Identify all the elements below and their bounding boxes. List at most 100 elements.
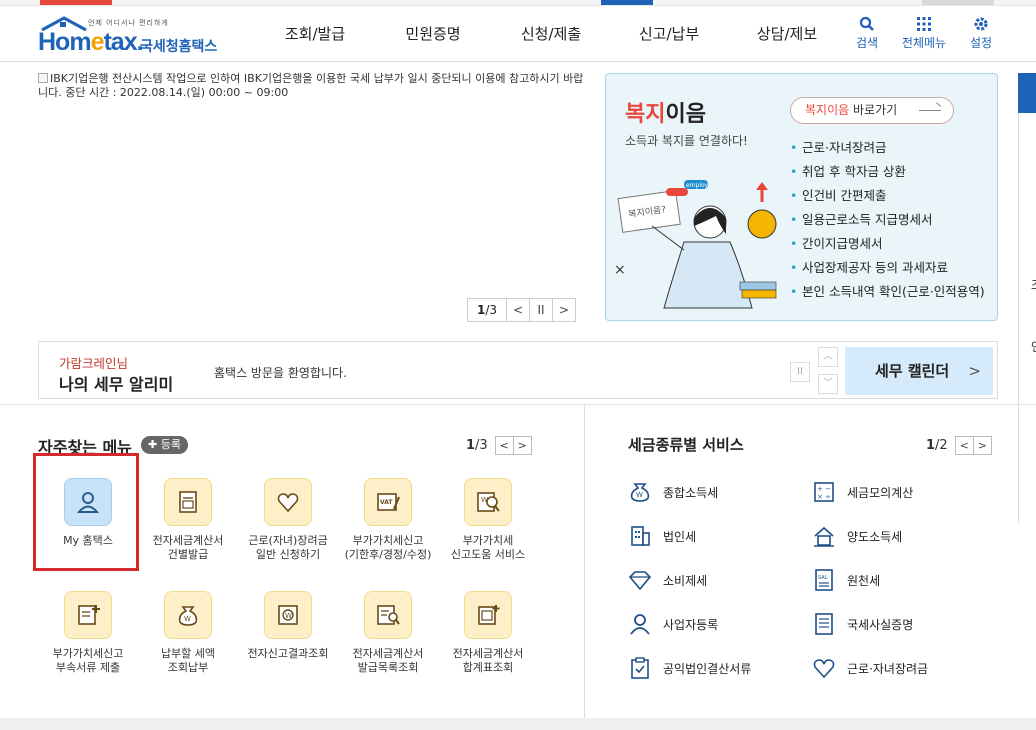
fav-tile-vat-amend[interactable]: VAT 부가가치세신고 (기한후/경정/수정) xyxy=(338,478,438,562)
favorites-prev-button[interactable]: < xyxy=(494,436,514,455)
alarm-up-button[interactable]: ︿ xyxy=(818,347,838,367)
welfare-go-button[interactable]: 복지이음 바로가기 xyxy=(790,97,954,124)
invoice-icon xyxy=(164,478,212,526)
service-consumption-tax[interactable]: 소비제세 xyxy=(627,567,707,593)
service-transfer-income-tax[interactable]: 양도소득세 xyxy=(811,523,902,549)
service-label: 공익법인결산서류 xyxy=(663,661,752,676)
service-public-corp-settlement[interactable]: 공익법인결산서류 xyxy=(627,655,751,681)
svg-text:SAL: SAL xyxy=(818,575,828,581)
broken-image-icon xyxy=(38,73,48,83)
welfare-list-item[interactable]: 인건비 간편제출 xyxy=(790,184,985,208)
welfare-list-item[interactable]: 일용근로소득 지급명세서 xyxy=(790,208,985,232)
service-withholding-tax[interactable]: SAL 원천세 xyxy=(811,567,880,593)
nav-item-certificate[interactable]: 민원증명 xyxy=(374,6,492,62)
fav-tile-einvoice-issue[interactable]: 전자세금계산서 건별발급 xyxy=(138,478,238,562)
welfare-list: 근로·자녀장려금 취업 후 학자금 상환 인건비 간편제출 일용근로소득 지급명… xyxy=(790,136,985,304)
right-panel-tab[interactable] xyxy=(1018,73,1036,113)
welfare-illustration: 복지이음? employ × xyxy=(614,180,777,309)
service-global-income-tax[interactable]: W 종합소득세 xyxy=(627,479,718,505)
banner-page-indicator: 1/3 xyxy=(467,298,507,322)
welfare-list-item[interactable]: 취업 후 학자금 상환 xyxy=(790,160,985,184)
banner-next-button[interactable]: > xyxy=(552,298,576,322)
certificate-icon xyxy=(811,611,837,637)
fav-tile-label: 부가가치세신고 (기한후/경정/수정) xyxy=(344,534,432,561)
service-tax-certificate[interactable]: 국세사실증명 xyxy=(811,611,913,637)
fav-tile-vat-attachment[interactable]: 부가가치세신고 부속서류 제출 xyxy=(38,591,138,675)
service-label: 양도소득세 xyxy=(847,529,903,544)
building-icon xyxy=(627,523,653,549)
service-label: 소비제세 xyxy=(663,573,708,588)
notice-text: IBK기업은행 전산시스템 작업으로 인하여 IBK기업은행을 이용한 국세 납… xyxy=(38,72,584,99)
right-side-panel: 조 인 xyxy=(1018,113,1036,523)
logo-wordmark: Hometax. xyxy=(38,28,144,56)
fav-tile-vat-help[interactable]: W 부가가치세 신고도움 서비스 xyxy=(438,478,538,562)
fav-tile-tax-payable[interactable]: W 납부할 세액 조회납부 xyxy=(138,591,238,675)
service-label: 국세사실증명 xyxy=(847,617,914,632)
welfare-banner[interactable]: 복지이음 소득과 복지를 연결하다! 복지이음 바로가기 근로·자녀장려금 취업… xyxy=(605,73,998,321)
welfare-subtitle: 소득과 복지를 연결하다! xyxy=(625,134,748,148)
tax-service-next-button[interactable]: > xyxy=(972,436,992,455)
svg-text:W: W xyxy=(636,491,643,499)
svg-text:× ÷: × ÷ xyxy=(817,493,831,501)
tax-service-page-indicator: 1/2 xyxy=(926,438,948,453)
welfare-list-item[interactable]: 간이지급명세서 xyxy=(790,232,985,256)
tax-calendar-button[interactable]: 세무 캘린더 > xyxy=(845,347,993,395)
fav-tile-einvoice-summary[interactable]: 전자세금계산서 합계표조회 xyxy=(438,591,538,675)
service-corporate-tax[interactable]: 법인세 xyxy=(627,523,696,549)
fav-tile-label: 전자신고결과조회 xyxy=(247,647,329,660)
fav-tile-efiling-result[interactable]: W 전자신고결과조회 xyxy=(238,591,338,661)
arrow-right-icon xyxy=(919,110,941,111)
bottom-bar xyxy=(0,718,1036,730)
transfer-icon xyxy=(811,523,837,549)
nav-item-inquiry[interactable]: 조회/발급 xyxy=(256,6,374,62)
fav-tile-label: 부가가치세신고 부속서류 제출 xyxy=(52,647,124,674)
fav-tile-label: 전자세금계산서 건별발급 xyxy=(152,534,224,561)
top-strip-blue-button xyxy=(601,0,653,5)
illus-tag-text: employ xyxy=(686,182,709,189)
fav-tile-label: 부가가치세 신고도움 서비스 xyxy=(450,534,526,561)
favorites-add-button[interactable]: ✚ 등록 xyxy=(141,436,188,454)
site-header: 언제 어디서나 편리하게 Hometax. 국세청홈택스 조회/발급 민원증명 … xyxy=(0,6,1036,62)
section-divider xyxy=(0,404,1036,405)
service-business-registration[interactable]: 사업자등록 xyxy=(627,611,718,637)
welfare-list-item[interactable]: 근로·자녀장려금 xyxy=(790,136,985,160)
fav-tile-earned-income-credit[interactable]: 근로(자녀)장려금 일반 신청하기 xyxy=(238,478,338,562)
tax-service-prev-button[interactable]: < xyxy=(954,436,974,455)
alarm-down-button[interactable]: ﹀ xyxy=(818,374,838,394)
sum-doc-icon xyxy=(464,591,512,639)
nav-item-apply[interactable]: 신청/제출 xyxy=(492,6,610,62)
service-tax-simulation[interactable]: + − × ÷ 세금모의계산 xyxy=(811,479,913,505)
grid-icon xyxy=(917,17,931,31)
alarm-pause-button[interactable]: II xyxy=(790,362,810,382)
settings-button[interactable]: 설정 xyxy=(964,16,998,51)
logo-subtitle: 언제 어디서나 편리하게 xyxy=(88,19,169,27)
nav-item-consult[interactable]: 상담/제보 xyxy=(728,6,846,62)
search-button[interactable]: 검색 xyxy=(850,16,884,51)
right-panel-text: 인 xyxy=(1031,338,1036,355)
tax-calendar-label: 세무 캘린더 xyxy=(875,362,950,380)
favorites-next-button[interactable]: > xyxy=(512,436,532,455)
main-nav: 조회/발급 민원증명 신청/제출 신고/납부 상담/제보 xyxy=(256,6,846,62)
all-menu-button[interactable]: 전체메뉴 xyxy=(896,16,952,51)
welfare-list-item[interactable]: 본인 소득내역 확인(근로·인적용역) xyxy=(790,280,985,304)
notice-banner[interactable]: IBK기업은행 전산시스템 작업으로 인하여 IBK기업은행을 이용한 국세 납… xyxy=(38,72,588,100)
fav-tile-label: 근로(자녀)장려금 일반 신청하기 xyxy=(248,534,328,561)
service-earned-income-credit[interactable]: 근로·자녀장려금 xyxy=(811,655,928,681)
search-label: 검색 xyxy=(855,36,879,50)
hometax-logo[interactable]: 언제 어디서나 편리하게 Hometax. 국세청홈택스 xyxy=(38,14,228,56)
svg-text:W: W xyxy=(481,496,488,504)
selection-highlight-box xyxy=(33,453,139,571)
banner-pause-button[interactable]: II xyxy=(529,298,553,322)
right-panel-text: 조 xyxy=(1031,276,1036,293)
vat-icon: VAT xyxy=(364,478,412,526)
svg-text:W: W xyxy=(184,615,191,623)
utility-menu: 검색 전체메뉴 설정 xyxy=(850,16,998,51)
all-menu-label: 전체메뉴 xyxy=(901,36,947,50)
welfare-list-item[interactable]: 사업장제공자 등의 과세자료 xyxy=(790,256,985,280)
settings-label: 설정 xyxy=(969,36,993,50)
fav-tile-einvoice-list[interactable]: 전자세금계산서 발급목록조회 xyxy=(338,591,438,675)
banner-prev-button[interactable]: < xyxy=(506,298,530,322)
diamond-icon xyxy=(627,567,653,593)
nav-item-report-pay[interactable]: 신고/납부 xyxy=(610,6,728,62)
svg-text:+ −: + − xyxy=(817,485,831,493)
